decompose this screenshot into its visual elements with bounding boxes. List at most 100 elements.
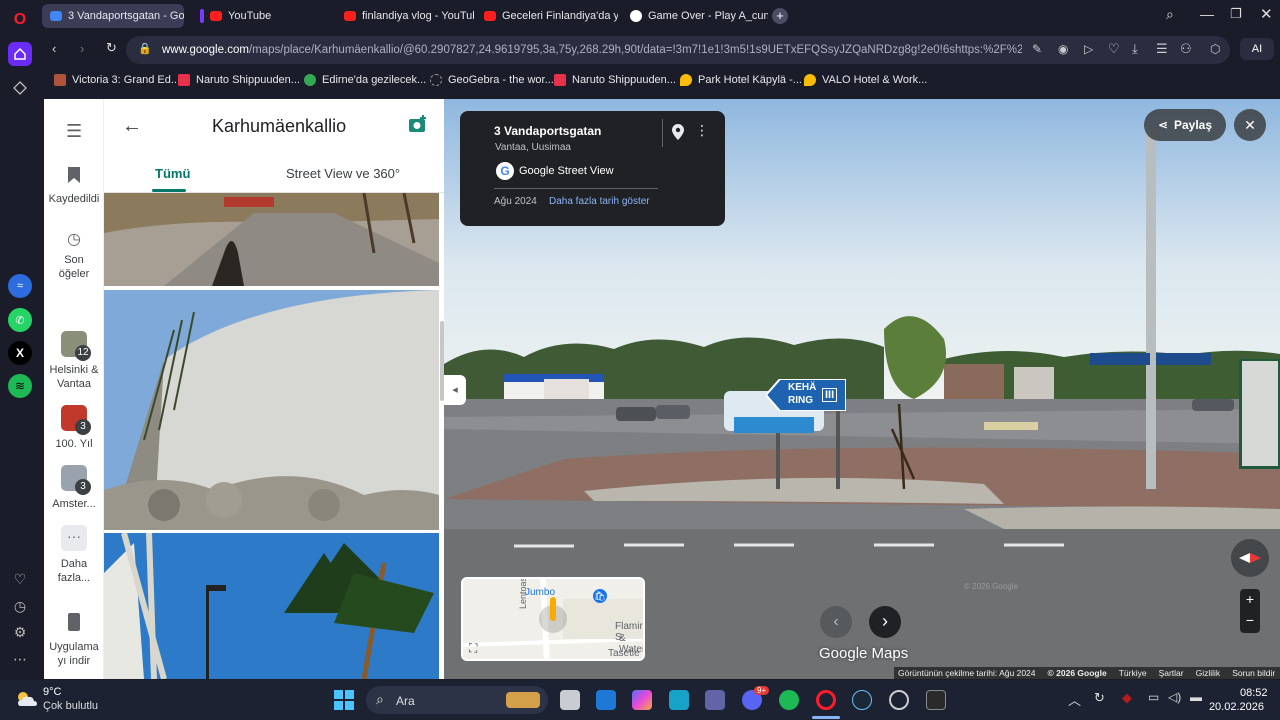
close-window-icon[interactable]: ✕ [1260, 5, 1273, 23]
messenger-icon[interactable]: ≈ [8, 274, 32, 298]
epic-games-icon[interactable] [926, 690, 946, 710]
home-icon[interactable] [8, 42, 32, 66]
windows-start-icon[interactable] [334, 690, 354, 710]
zoom-out-icon[interactable]: − [1240, 610, 1260, 631]
next-arrow-icon[interactable]: › [869, 606, 901, 638]
google-logo-icon: G [496, 162, 514, 180]
teams-icon[interactable] [705, 690, 725, 710]
collapse-panel-icon[interactable]: ◂ [444, 375, 466, 405]
new-tab-icon[interactable]: + [772, 8, 788, 24]
street-view[interactable]: © 2026 Google KEHÄ RING III 3 Vandaports… [444, 99, 1280, 679]
opera-logo-icon[interactable]: O [8, 8, 32, 32]
settings-icon[interactable]: ⚙ [8, 620, 32, 644]
region-text: Vantaa, Uusimaa [495, 142, 571, 153]
place-pin-icon[interactable] [672, 124, 684, 145]
url-text[interactable]: www.google.com/maps/place/Karhumäenkalli… [162, 44, 1022, 56]
photo-trees[interactable] [104, 533, 439, 679]
address-row: ‹ › ↻ 🔒 www.google.com/maps/place/Karhum… [40, 32, 1280, 68]
volume-icon[interactable]: ◁) [1168, 690, 1181, 704]
tab-youtube[interactable]: YouTube [192, 4, 332, 28]
copilot-icon[interactable] [632, 690, 652, 710]
whatsapp-icon[interactable]: ✆ [8, 308, 32, 332]
restore-icon[interactable]: ❐ [1230, 6, 1242, 22]
bookmark-item[interactable]: Naruto Shippuuden... [554, 74, 676, 86]
tab-street-view[interactable]: Street View ve 360° [286, 166, 400, 181]
forward-icon[interactable]: › [80, 41, 84, 56]
opera-icon[interactable] [816, 690, 836, 710]
x-icon[interactable]: X [8, 341, 32, 365]
clock-time[interactable]: 08:52 [1240, 687, 1268, 699]
download-icon[interactable]: ⤓ [1132, 41, 1138, 57]
clock-date[interactable]: 20.02.2026 [1200, 701, 1264, 713]
game-icon [630, 10, 642, 22]
bookmark-item[interactable]: Edirne'da gezilecek... [304, 74, 426, 86]
bookmark-item[interactable]: Naruto Shippuuden... [178, 74, 300, 86]
expand-map-icon[interactable]: ⛶ [469, 641, 477, 656]
extensions-icon[interactable]: ⬡ [1210, 42, 1220, 56]
sync-icon[interactable]: ↻ [1094, 690, 1105, 706]
list-item-amster[interactable]: 3 Amster... [44, 465, 104, 511]
edit-icon[interactable]: ✎ [1032, 42, 1042, 56]
play-icon[interactable]: ▷ [1084, 42, 1093, 56]
history-icon[interactable]: ◷ [8, 594, 32, 618]
bookmark-item[interactable]: Park Hotel Käpylä -... [680, 74, 802, 86]
easy-setup-icon[interactable]: ☰ [1156, 41, 1168, 57]
photo-path[interactable] [104, 193, 439, 286]
more-dates-link[interactable]: Daha fazla tarih göster [549, 196, 650, 207]
mini-map[interactable]: Jumbo 🛍 Lentoasema Flamingo S & Waterp T… [461, 577, 645, 661]
task-view-icon[interactable] [560, 690, 580, 710]
address-bar[interactable]: 🔒 www.google.com/maps/place/Karhumäenkal… [126, 36, 1230, 64]
tab-all[interactable]: Tümü [155, 166, 190, 181]
chevron-up-icon[interactable]: ︿ [1068, 690, 1081, 709]
taskbar-search[interactable]: ⌕ Ara [366, 686, 548, 714]
menu-icon[interactable]: ☰ [66, 121, 82, 142]
back-arrow-icon[interactable]: ← [122, 115, 142, 138]
profile-icon[interactable]: ⚇ [1180, 41, 1192, 57]
windows-taskbar: 9°C Çok bulutlu ⌕ Ara 9+ ︿ ↻ ◆ ▭ ◁) ▬ 08… [0, 680, 1280, 720]
tab-finlandiya-vlog[interactable]: finlandiya vlog - YouTube [336, 4, 474, 28]
reload-icon[interactable]: ↻ [106, 40, 117, 56]
search-tabs-icon[interactable]: ⌕ [1166, 6, 1174, 23]
spotify-icon[interactable]: ≋ [8, 374, 32, 398]
mail-icon[interactable] [596, 690, 616, 710]
tab-google-maps[interactable]: 3 Vandaportsgatan - Goo [42, 4, 184, 28]
heart-icon[interactable]: ♡ [8, 567, 32, 591]
saved-button[interactable]: Kaydedildi [44, 167, 104, 206]
pinboard-icon[interactable] [8, 76, 32, 100]
bookmark-item[interactable]: GeoGebra - the wor... [430, 74, 554, 86]
youtube-icon [210, 11, 222, 21]
more-options-icon[interactable]: ⋮ [695, 122, 709, 139]
get-app-button[interactable]: Uygulama yı indir [44, 613, 104, 668]
list-item-helsinki[interactable]: 12 Helsinki & Vantaa [44, 331, 104, 391]
tray-app-icon[interactable]: ◆ [1122, 690, 1132, 706]
weather-text[interactable]: Çok bulutlu [43, 700, 98, 712]
minimize-icon[interactable]: — [1200, 6, 1214, 22]
address-title[interactable]: 3 Vandaportsgatan [494, 124, 601, 138]
list-thumbnail: 12 [61, 331, 91, 361]
zoom-in-icon[interactable]: + [1240, 589, 1260, 610]
previous-arrow-icon[interactable]: ‹ [820, 606, 852, 638]
tab-geceleri[interactable]: Geceleri Finlandiya'da yolu [476, 4, 618, 28]
recent-button[interactable]: ◷ Son öğeler [44, 232, 104, 281]
favorite-icon[interactable]: ♡ [1108, 41, 1120, 57]
compass-icon[interactable] [1231, 539, 1269, 577]
monitor-icon[interactable] [669, 690, 689, 710]
clock-app-icon[interactable] [889, 690, 909, 710]
spotify-icon[interactable] [779, 690, 799, 710]
back-icon[interactable]: ‹ [52, 41, 56, 56]
bookmark-item[interactable]: VALO Hotel & Work... [804, 74, 927, 86]
share-button[interactable]: ⋖ Paylaş [1144, 109, 1226, 141]
temperature[interactable]: 9°C [43, 686, 61, 698]
ai-button[interactable]: AI [1240, 38, 1274, 60]
more-lists-button[interactable]: ··· Daha fazla... [44, 525, 104, 585]
camera-icon[interactable]: ◉ [1058, 42, 1068, 56]
more-icon[interactable]: ⋯ [8, 647, 32, 671]
close-street-view-icon[interactable]: ✕ [1234, 109, 1266, 141]
photo-rock-wall[interactable] [104, 290, 439, 530]
steam-icon[interactable] [852, 690, 872, 710]
add-photo-icon[interactable] [408, 115, 428, 138]
tab-game-over[interactable]: Game Over - Play A_cunn [622, 4, 768, 28]
list-item-100-yil[interactable]: 3 100. Yıl [44, 405, 104, 451]
bookmark-item[interactable]: Victoria 3: Grand Ed... [54, 74, 180, 86]
network-icon[interactable]: ▭ [1148, 690, 1159, 704]
